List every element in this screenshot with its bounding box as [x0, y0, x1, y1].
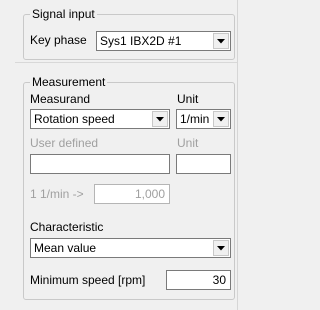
chevron-down-icon: [217, 116, 225, 121]
chevron-down-icon: [217, 245, 225, 250]
user-defined-label: User defined: [30, 136, 99, 150]
measurand-label: Measurand: [30, 92, 91, 106]
measurand-dropdown-button[interactable]: [152, 111, 168, 127]
scrollbar-edge[interactable]: [237, 0, 246, 310]
minimum-speed-input[interactable]: 30: [166, 270, 231, 290]
conversion-label: 1 1/min ->: [30, 187, 84, 201]
user-defined-unit-input[interactable]: [176, 154, 231, 174]
signal-input-panel: Signal input Key phase Sys1 IBX2D #1: [15, 0, 237, 63]
characteristic-label: Characteristic: [30, 220, 104, 234]
key-phase-dropdown-button[interactable]: [213, 33, 229, 49]
characteristic-value: Mean value: [34, 241, 97, 255]
signal-input-group: Signal input Key phase Sys1 IBX2D #1: [23, 7, 235, 60]
unit-dropdown[interactable]: 1/min: [176, 109, 231, 129]
user-defined-input[interactable]: [30, 154, 170, 174]
measurement-panel: Measurement Measurand Unit Rotation spee…: [15, 65, 237, 300]
unit-value: 1/min: [180, 112, 210, 126]
characteristic-dropdown[interactable]: Mean value: [30, 238, 231, 258]
unit-label: Unit: [177, 92, 199, 106]
signal-input-group-label: Signal input: [30, 7, 97, 22]
user-defined-unit-label: Unit: [177, 136, 199, 150]
chevron-down-icon: [156, 116, 164, 121]
measurand-value: Rotation speed: [34, 112, 115, 126]
characteristic-dropdown-button[interactable]: [213, 240, 229, 256]
measurand-dropdown[interactable]: Rotation speed: [30, 109, 170, 129]
measurement-group-label: Measurement: [30, 75, 108, 90]
minimum-speed-value: 30: [212, 273, 226, 287]
conversion-factor-input[interactable]: 1,000: [94, 184, 170, 204]
key-phase-dropdown[interactable]: Sys1 IBX2D #1: [96, 31, 231, 51]
unit-dropdown-button[interactable]: [213, 111, 229, 127]
minimum-speed-label: Minimum speed [rpm]: [30, 273, 146, 287]
key-phase-label: Key phase: [30, 33, 87, 47]
conversion-factor-value: 1,000: [134, 187, 165, 201]
key-phase-value: Sys1 IBX2D #1: [100, 34, 182, 48]
measurement-group: Measurement Measurand Unit Rotation spee…: [23, 75, 235, 300]
chevron-down-icon: [217, 38, 225, 43]
measurement-settings-panel: Signal input Key phase Sys1 IBX2D #1 Mea…: [0, 0, 246, 310]
